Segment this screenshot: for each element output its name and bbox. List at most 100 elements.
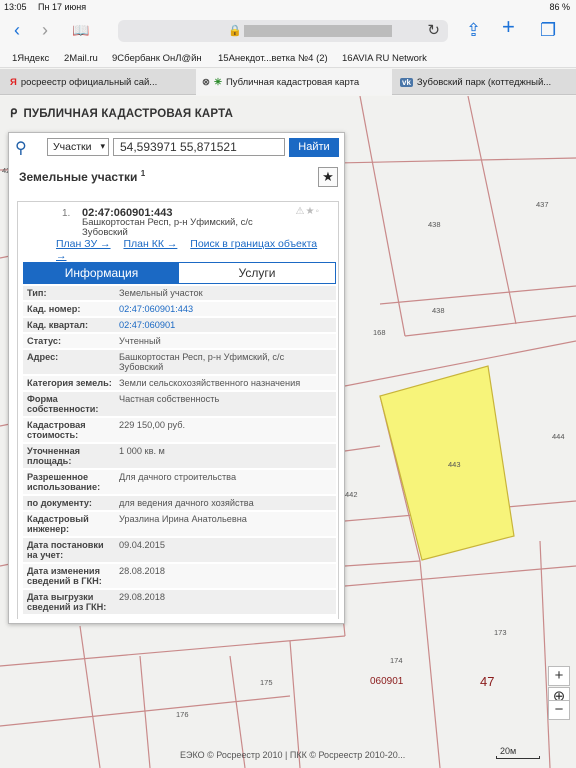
parcel-links: План ЗУ → План КК → Поиск в границах объ… [56,238,336,262]
bookmarks-bar: 1Яндекс 2Mail.ru 9Сбербанк ОнЛ@йн 15Анек… [0,48,576,68]
tab-rosreestr-search[interactable]: Яросреестр официальный сай... [10,69,190,95]
attribute-row: Дата выгрузки сведений из ГКН: 29.08.2018 [23,590,336,616]
plan-zu-link[interactable]: План ЗУ → [56,238,111,250]
attribute-row: Форма собственности: Частная собственност… [23,392,336,418]
attribute-value[interactable]: 02:47:060901:443 [113,302,323,316]
tab-services[interactable]: Услуги [179,263,335,283]
browser-tabs: Яросреестр официальный сай... ⊗ ✳ Публична… [0,69,576,95]
battery-indicator: 86 % [549,2,570,12]
attribute-row: Кад. номер: 02:47:060901:443 [23,302,336,318]
attribute-key: Кад. квартал: [27,320,88,330]
selected-parcel-highlight [379,365,515,561]
vk-icon: vk [400,78,413,87]
attribute-value: 29.08.2018 [119,592,165,602]
search-input[interactable]: 54,593971 55,871521 [113,138,285,156]
bookmark-item[interactable]: 2Mail.ru [64,53,98,64]
yandex-icon: Я [10,77,17,88]
attribute-key: по документу: [27,498,92,508]
bookmark-item[interactable]: 15Анекдот...ветка №4 (2) [218,53,328,64]
zoom-in-button[interactable]: + [548,666,570,686]
back-icon[interactable]: ‹ [14,20,20,40]
bookmarks-icon[interactable]: 📖 [72,20,89,40]
map-label: 444 [552,432,565,441]
tabs-overview-icon[interactable]: ❐ [540,20,556,40]
map-label: 442 [345,490,358,499]
attribute-key: Статус: [27,336,62,346]
map-label: 443 [448,460,461,469]
attribute-key: Разрешенное использование: [27,472,101,492]
tab-label: Зубовский парк (коттеджный... [416,77,552,88]
attribute-key: Форма собственности: [27,394,99,414]
attribute-key: Кадастровая стоимость: [27,420,86,440]
zoom-out-button[interactable]: − [548,700,570,720]
attribute-row: Кад. квартал: 02:47:060901 [23,318,336,334]
map-label: 438 [432,306,445,315]
find-button[interactable]: Найти [289,138,339,157]
new-tab-icon[interactable]: + [502,16,515,38]
attribute-value[interactable]: 02:47:060901 [113,318,323,332]
favorite-star-button[interactable]: ★ [318,167,338,187]
bookmark-item[interactable]: 1Яндекс [12,53,49,64]
attribute-value: Для дачного строительства [119,472,237,482]
attribute-value: Уразлина Ирина Анатольевна [119,514,247,524]
search-row: ⚲ Участки ▾ 54,593971 55,871521 Найти [9,133,346,161]
share-icon[interactable]: ⇪ [466,20,481,40]
attribute-row: Тип: Земельный участок [23,286,336,302]
parcel-card: 1. 02:47:060901:443 Башкортостан Респ, р… [17,201,339,619]
attribute-value: 28.08.2018 [119,566,165,576]
card-actions-icons[interactable]: ⚠★◦ [296,206,320,217]
tab-cadastral-map[interactable]: ⊗ ✳ Публичная кадастровая карта [196,69,392,95]
info-tabs: Информация Услуги [23,262,336,284]
close-tab-icon[interactable]: ⊗ [202,77,210,88]
bookmark-item[interactable]: 9Сбербанк ОнЛ@йн [112,53,202,64]
attribute-row: Статус: Учтенный [23,334,336,350]
attribute-value: Частная собственность [119,394,220,404]
attribute-key: Тип: [27,288,47,298]
attribute-key: Кадастровый инженер: [27,514,89,534]
portal-title: ᑭ ПУБЛИЧНАЯ КАДАСТРОВАЯ КАРТА [10,108,234,120]
map-favicon-icon: ✳ [213,77,222,88]
bookmark-item[interactable]: 16AVIA RU Network [342,53,427,64]
attribute-value: Земли сельскохозяйственного назначения [119,378,301,388]
scale-bar [496,756,540,759]
attribute-row: Адрес: Башкортостан Респ, р-н Уфимский, с… [23,350,336,376]
attribute-value: для ведения дачного хозяйства [119,498,254,508]
address-bar[interactable]: 🔒 ↻ [118,20,448,42]
browser-toolbar: ‹ › 📖 🔒 ↻ ⇪ + ❐ [0,14,576,48]
result-index: 1. [62,208,71,219]
attribute-key: Категория земель: [27,378,112,388]
tab-zubovsky-park[interactable]: vk Зубовский парк (коттеджный... [400,69,576,95]
search-type-select[interactable]: Участки ▾ [47,138,109,156]
attribute-row: Дата постановки на учет: 09.04.2015 [23,538,336,564]
attribute-row: Кадастровая стоимость: 229 150,00 руб. [23,418,336,444]
attribute-row: Разрешенное использование: Для дачного ст… [23,470,336,496]
attribute-key: Кад. номер: [27,304,81,314]
panel-title: Земельные участки 1 [19,169,146,184]
cadastral-map[interactable]: ᑭПУБЛИЧНАЯ КАДАСТРОВАЯ КАРТА 425 428 438… [0,96,576,768]
tab-information[interactable]: Информация [24,263,179,283]
search-icon[interactable]: ⚲ [15,138,27,158]
attribute-row: Кадастровый инженер: Уразлина Ирина Анато… [23,512,336,538]
attribute-value: 229 150,00 руб. [119,420,186,430]
map-label: 438 [428,220,441,229]
map-label: 168 [373,328,386,337]
url-host-redacted [244,25,392,37]
attribute-row: Дата изменения сведений в ГКН: 28.08.2018 [23,564,336,590]
attribute-value: 1 000 кв. м [119,446,165,456]
status-date: Пн 17 июня [38,2,87,12]
map-copyright: ЕЭКО © Росреестр 2010 | ПКК © Росреестр … [180,750,406,760]
parcel-attributes: Тип: Земельный участок Кад. номер: 02:47:06… [23,286,336,616]
tab-label: росреестр официальный сай... [20,77,158,88]
rosreestr-logo-icon: ᑭ [10,108,18,120]
attribute-value: Башкортостан Респ, р-н Уфимский, с/с Зуб… [119,352,285,372]
map-label-quarter: 060901 [370,676,404,687]
parcel-address: Башкортостан Респ, р-н Уфимский, с/с Зуб… [82,217,253,238]
map-label: 176 [176,710,189,719]
attribute-key: Адрес: [27,352,59,362]
forward-icon[interactable]: › [42,20,48,40]
attribute-key: Дата изменения сведений в ГКН: [27,566,102,586]
reload-icon[interactable]: ↻ [427,21,440,39]
plan-kk-link[interactable]: План КК → [123,238,177,250]
attribute-key: Уточненная площадь: [27,446,81,466]
map-label: 173 [494,628,507,637]
